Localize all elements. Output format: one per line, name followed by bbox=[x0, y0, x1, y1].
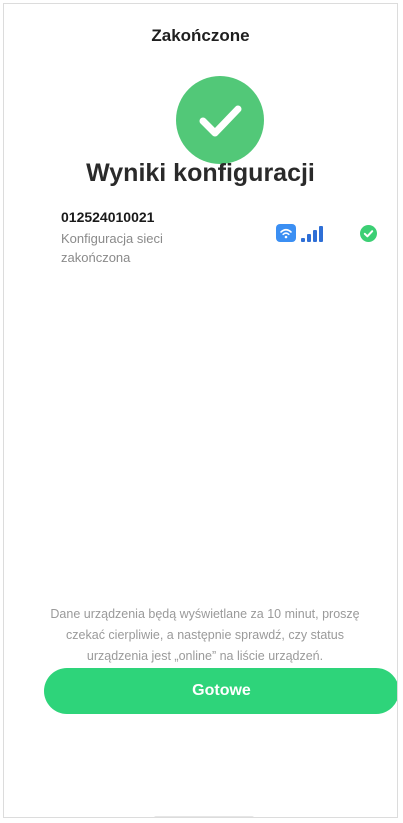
page-title: Zakończone bbox=[151, 26, 250, 45]
wifi-icon bbox=[276, 224, 296, 242]
results-heading: Wyniki konfiguracji bbox=[86, 159, 315, 187]
screen: Zakończone Wyniki konfiguracji 012524010… bbox=[3, 3, 398, 818]
signal-bar bbox=[319, 226, 323, 242]
device-id: 012524010021 bbox=[61, 209, 155, 225]
success-check-icon bbox=[176, 76, 264, 164]
info-note: Dane urządzenia będą wyświetlane za 10 m… bbox=[50, 607, 360, 663]
device-result-row: 012524010021 Konfiguracja sieci zakończo… bbox=[61, 209, 391, 279]
signal-bar bbox=[313, 230, 317, 242]
signal-bar bbox=[301, 238, 305, 242]
home-indicator bbox=[154, 816, 254, 817]
done-button[interactable]: Gotowe bbox=[44, 668, 397, 714]
signal-bar bbox=[307, 234, 311, 242]
check-icon bbox=[360, 225, 377, 242]
signal-strength-icon bbox=[301, 224, 325, 242]
device-status-text: Konfiguracja sieci zakończona bbox=[61, 231, 163, 265]
